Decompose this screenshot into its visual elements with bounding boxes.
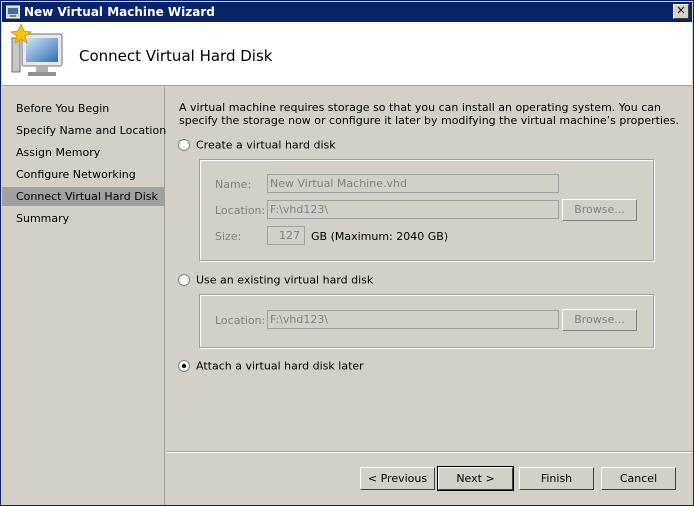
create-vhd-label: Create a virtual hard disk (196, 138, 336, 152)
name-label: Name: (215, 178, 252, 191)
attach-later-radio[interactable] (178, 360, 190, 372)
wizard-app-icon (6, 5, 20, 19)
existing-vhd-radio[interactable] (178, 274, 190, 286)
size-input[interactable]: 127 (267, 226, 305, 245)
attach-later-label: Attach a virtual hard disk later (196, 359, 364, 373)
wizard-footer: < Previous Next > Finish Cancel (166, 451, 692, 505)
size-label: Size: (215, 230, 242, 243)
next-button[interactable]: Next > (437, 466, 514, 491)
close-button[interactable]: ✕ (673, 4, 689, 19)
sidebar-item-before-you-begin[interactable]: Before You Begin (2, 99, 164, 118)
page-title: Connect Virtual Hard Disk (79, 47, 273, 65)
size-max-text: GB (Maximum: 2040 GB) (311, 230, 449, 243)
description-text: A virtual machine requires storage so th… (179, 101, 679, 127)
create-vhd-group: Name: New Virtual Machine.vhd Location: … (199, 159, 654, 261)
wizard-window: New Virtual Machine Wizard ✕ Connect Vir… (0, 0, 694, 506)
existing-vhd-option[interactable]: Use an existing virtual hard disk (178, 273, 373, 289)
wizard-header: Connect Virtual Hard Disk (2, 22, 692, 86)
main-content: A virtual machine requires storage so th… (166, 87, 692, 451)
location-label: Location: (215, 204, 266, 217)
wizard-steps-sidebar: Before You Begin Specify Name and Locati… (2, 87, 166, 505)
sidebar-item-configure-networking[interactable]: Configure Networking (2, 165, 164, 184)
previous-button[interactable]: < Previous (360, 467, 435, 490)
location-input[interactable]: F:\vhd123\ (267, 200, 559, 219)
existing-location-label: Location: (215, 314, 266, 327)
name-input[interactable]: New Virtual Machine.vhd (267, 174, 559, 193)
window-title: New Virtual Machine Wizard (24, 5, 215, 19)
new-vm-computer-icon (9, 24, 63, 76)
create-vhd-option[interactable]: Create a virtual hard disk (178, 138, 336, 154)
finish-button[interactable]: Finish (519, 467, 594, 490)
cancel-button[interactable]: Cancel (601, 467, 676, 490)
close-icon: ✕ (676, 4, 686, 17)
create-vhd-radio[interactable] (178, 139, 190, 151)
browse-button[interactable]: Browse... (562, 199, 637, 221)
existing-vhd-label: Use an existing virtual hard disk (196, 273, 374, 287)
attach-later-option[interactable]: Attach a virtual hard disk later (178, 359, 364, 375)
sidebar-item-summary[interactable]: Summary (2, 209, 164, 228)
sidebar-item-specify-name-location[interactable]: Specify Name and Location (2, 121, 166, 140)
title-bar[interactable]: New Virtual Machine Wizard ✕ (2, 2, 692, 22)
existing-vhd-group: Location: F:\vhd123\ Browse... (199, 294, 654, 348)
existing-browse-button[interactable]: Browse... (562, 309, 637, 331)
sidebar-item-assign-memory[interactable]: Assign Memory (2, 143, 164, 162)
sidebar-item-connect-vhd[interactable]: Connect Virtual Hard Disk (2, 187, 164, 206)
existing-location-input[interactable]: F:\vhd123\ (267, 310, 559, 329)
